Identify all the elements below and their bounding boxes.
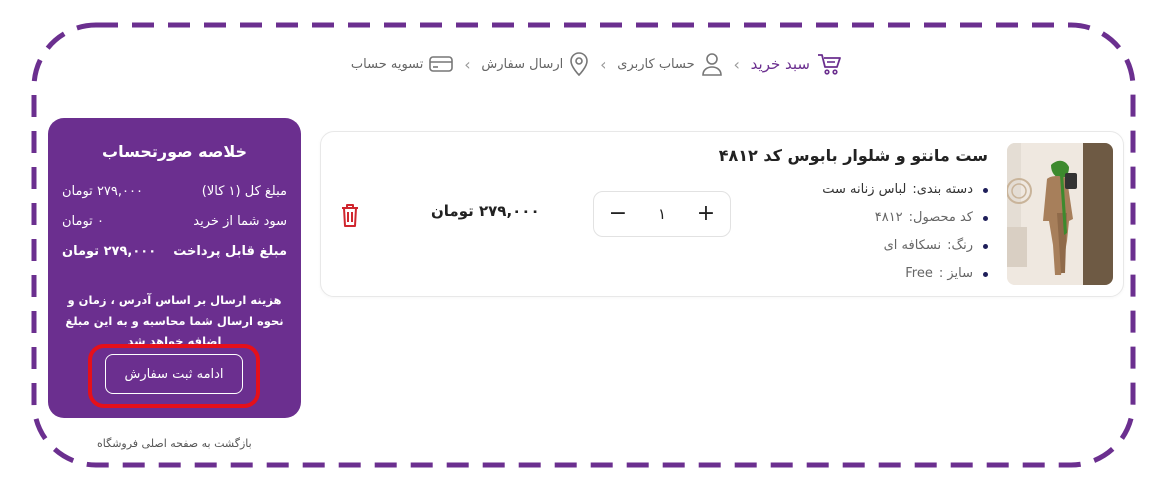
summary-label: سود شما از خرید: [193, 214, 287, 229]
credit-card-icon: [429, 55, 454, 73]
attribute-color: رنگ: نسکافه ای: [822, 232, 988, 260]
step-label: ارسال سفارش: [481, 56, 564, 72]
step-label: تسویه حساب: [350, 56, 424, 72]
bullet-icon: [983, 243, 988, 249]
step-payment[interactable]: تسویه حساب: [350, 55, 454, 73]
step-account[interactable]: حساب کاربری: [617, 52, 722, 76]
chevron-left-icon: ‹: [464, 54, 471, 74]
step-shipping[interactable]: ارسال سفارش: [481, 52, 589, 76]
attribute-category: دسته بندی: لباس زنانه ست: [822, 176, 988, 204]
bullet-icon: [983, 187, 988, 193]
trash-icon[interactable]: [339, 202, 361, 228]
attribute-size: سایز : Free: [822, 260, 988, 288]
step-label: سبد خرید: [750, 55, 810, 73]
summary-title: خلاصه صورتحساب: [101, 142, 248, 161]
summary-row-discount: سود شما از خرید ۰ تومان: [62, 214, 287, 229]
attribute-value: Free: [905, 266, 933, 281]
highlight-outline: [88, 344, 260, 408]
location-icon: [569, 52, 589, 76]
item-price: ۲۷۹,۰۰۰ تومان: [431, 202, 540, 220]
increase-quantity-button[interactable]: +: [696, 203, 716, 225]
chevron-left-icon: ‹: [600, 54, 607, 74]
attribute-label: رنگ:: [947, 238, 973, 253]
checkout-steps: سبد خرید ‹ حساب کاربری ‹ ارسال سفارش ‹ ت…: [330, 50, 842, 78]
quantity-stepper: − ۱ +: [593, 191, 731, 237]
summary-value: ۰ تومان: [62, 214, 104, 229]
chevron-left-icon: ‹: [733, 54, 740, 74]
summary-row-total: مبلغ کل (۱ کالا) ۲۷۹,۰۰۰ تومان: [62, 184, 287, 199]
attribute-sku: کد محصول: ۴۸۱۲: [822, 204, 988, 232]
attribute-value: لباس زنانه ست: [822, 182, 907, 197]
shipping-note: هزینه ارسال بر اساس آدرس ، زمان و نحوه ا…: [65, 293, 284, 349]
attribute-label: کد محصول:: [908, 210, 973, 225]
user-icon: [701, 52, 723, 76]
attribute-label: دسته بندی:: [912, 182, 973, 197]
bullet-icon: [983, 215, 988, 221]
product-attributes: دسته بندی: لباس زنانه ست کد محصول: ۴۸۱۲ …: [822, 176, 988, 288]
decrease-quantity-button[interactable]: −: [608, 203, 628, 225]
cart-item-card: ست مانتو و شلوار بابوس کد ۴۸۱۲ دسته بندی…: [320, 131, 1124, 297]
step-cart[interactable]: سبد خرید: [751, 51, 842, 77]
cart-icon: [816, 51, 842, 77]
attribute-label: سایز :: [938, 266, 973, 281]
quantity-value: ۱: [657, 205, 667, 223]
summary-value: ۲۷۹,۰۰۰ تومان: [62, 184, 143, 199]
step-label: حساب کاربری: [617, 56, 695, 72]
summary-row-payable: مبلغ قابل پرداخت ۲۷۹,۰۰۰ تومان: [62, 244, 287, 259]
summary-label: مبلغ کل (۱ کالا): [201, 184, 287, 199]
bullet-icon: [983, 271, 988, 277]
summary-value: ۲۷۹,۰۰۰ تومان: [62, 244, 157, 259]
attribute-value: نسکافه ای: [883, 238, 942, 253]
product-title[interactable]: ست مانتو و شلوار بابوس کد ۴۸۱۲: [719, 146, 988, 165]
summary-label: مبلغ قابل پرداخت: [173, 244, 287, 259]
product-image[interactable]: [1007, 143, 1113, 285]
back-to-store-link[interactable]: بازگشت به صفحه اصلی فروشگاه: [97, 437, 252, 450]
attribute-value: ۴۸۱۲: [874, 210, 903, 225]
